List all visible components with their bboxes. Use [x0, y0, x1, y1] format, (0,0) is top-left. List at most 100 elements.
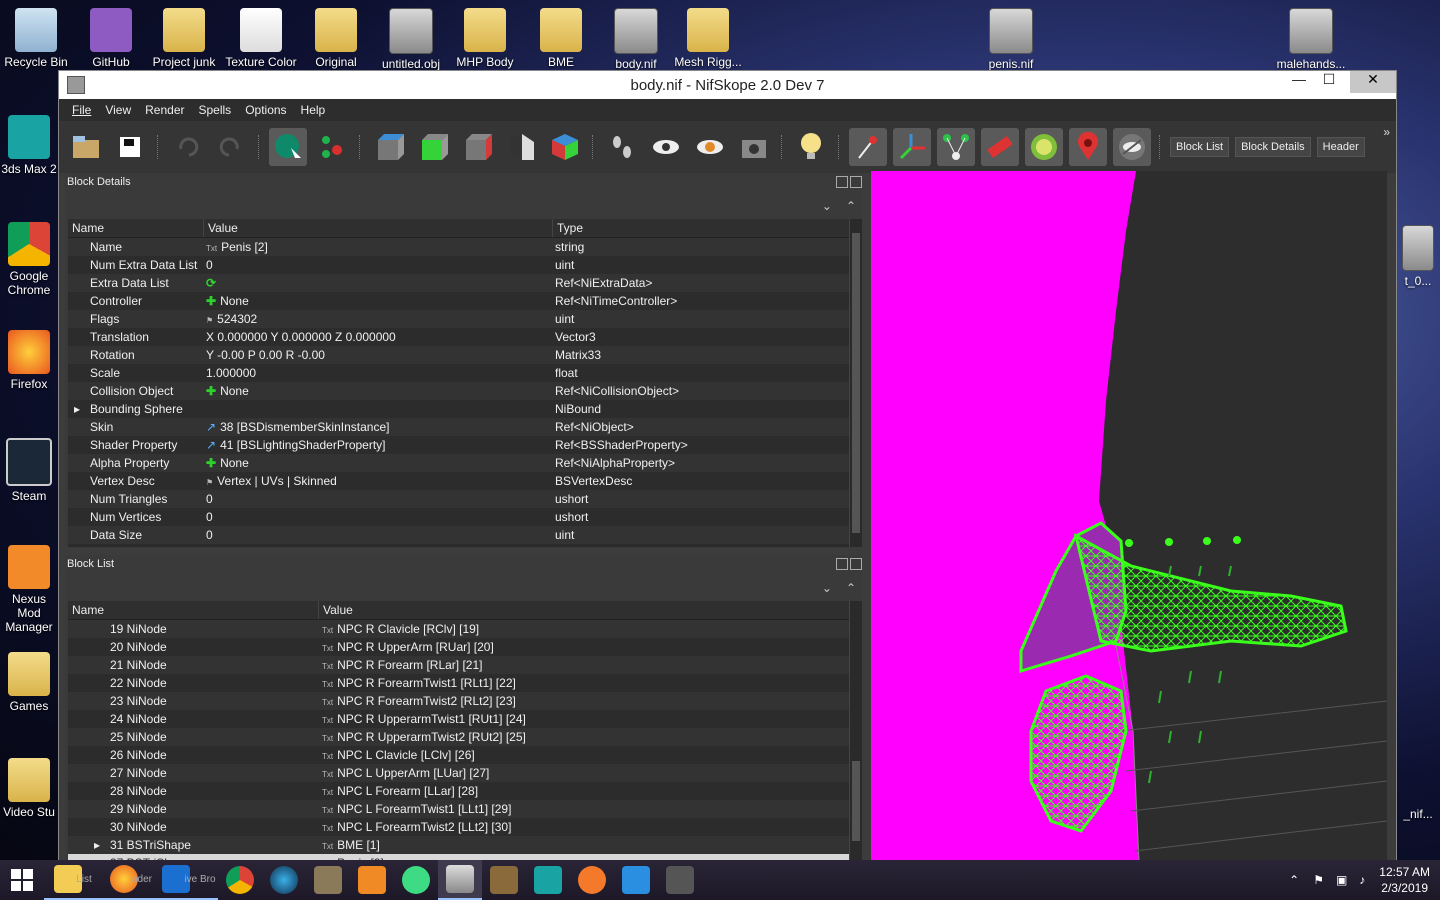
row-value-cell[interactable]: Txt Penis [2]	[203, 238, 551, 256]
block-list-row[interactable]: 28 NiNode Txt NPC L Forearm [LLar] [28]	[68, 782, 862, 800]
block-details-row[interactable]: Controller ✚ None Ref<NiTimeController>	[68, 292, 862, 310]
chevron-up-icon[interactable]: ⌃	[846, 581, 856, 595]
view-side-button[interactable]	[458, 128, 496, 166]
open-file-button[interactable]	[67, 128, 105, 166]
taskbar-nifskope-text[interactable]	[658, 860, 702, 900]
desktop-icon-t0[interactable]: t_0...	[1396, 225, 1440, 288]
select-vertex-button[interactable]	[313, 128, 351, 166]
desktop-icon-games[interactable]: Games	[0, 652, 58, 713]
row-value-cell[interactable]: ⟳	[203, 274, 551, 292]
network-icon[interactable]: ▣	[1336, 873, 1347, 887]
row-value-cell[interactable]: 0	[203, 508, 551, 526]
row-value-cell[interactable]: ✚ None	[203, 292, 551, 310]
desktop-icon-bme[interactable]: BME	[525, 8, 597, 69]
save-button[interactable]	[111, 128, 149, 166]
desktop-icon-project-junk[interactable]: Project junk	[148, 8, 220, 69]
float-panel-icon[interactable]	[836, 558, 848, 570]
title-bar[interactable]: body.nif - NifSkope 2.0 Dev 7 — ☐ ✕	[59, 71, 1396, 99]
block-details-row[interactable]: Collision Object ✚ None Ref<NiCollisionObje…	[68, 382, 862, 400]
float-panel-icon[interactable]	[836, 176, 848, 188]
tab-block-list[interactable]: Block List	[1170, 137, 1230, 157]
row-value-cell[interactable]: 0	[203, 490, 551, 508]
block-list-row[interactable]: 20 NiNode Txt NPC R UpperArm [RUar] [20]	[68, 638, 862, 656]
tray-overflow-icon[interactable]: ⌃	[1289, 873, 1299, 887]
row-value-cell[interactable]: ✚ None	[203, 382, 551, 400]
block-list-row[interactable]: 21 NiNode Txt NPC R Forearm [RLar] [21]	[68, 656, 862, 674]
menu-render[interactable]: Render	[138, 103, 191, 117]
block-details-row[interactable]: Data Size 0 uint	[68, 526, 862, 544]
close-panel-icon[interactable]	[850, 176, 862, 188]
row-value-cell[interactable]: ↗ 41 [BSLightingShaderProperty]	[203, 436, 551, 454]
view-top-button[interactable]	[370, 128, 408, 166]
taskbar-camera[interactable]	[262, 860, 306, 900]
row-value-cell[interactable]: Y -0.00 P 0.00 R -0.00	[203, 346, 551, 364]
desktop-icon-github[interactable]: GitHub	[75, 8, 147, 69]
tab-header[interactable]: Header	[1316, 137, 1365, 157]
desktop-icon-3dsmax[interactable]: 3ds Max 2	[0, 115, 58, 176]
lighting-button[interactable]	[792, 128, 830, 166]
block-list-row[interactable]: ▸ 31 BSTriShape Txt BME [1]	[68, 836, 862, 854]
tab-block-details[interactable]: Block Details	[1235, 137, 1311, 157]
clock[interactable]: 12:57 AM 2/3/2019	[1379, 864, 1430, 896]
desktop-icon-chrome[interactable]: Google Chrome	[0, 222, 58, 297]
close-button[interactable]: ✕	[1350, 71, 1396, 93]
desktop-icon-nexus[interactable]: Nexus Mod Manager	[0, 545, 58, 634]
column-header-type[interactable]: Type	[553, 219, 862, 237]
view-user-button[interactable]	[546, 128, 584, 166]
menu-options[interactable]: Options	[238, 103, 293, 117]
block-list-row[interactable]: 26 NiNode Txt NPC L Clavicle [LClv] [26]	[68, 746, 862, 764]
block-list-row[interactable]: 27 NiNode Txt NPC L UpperArm [LUar] [27]	[68, 764, 862, 782]
column-header-value[interactable]: Value	[204, 219, 553, 237]
block-details-row[interactable]: Num Extra Data List 0 uint	[68, 256, 862, 274]
row-value-cell[interactable]: ⚑ 524302	[203, 310, 551, 328]
taskbar-firefox[interactable]: ader	[102, 860, 160, 900]
menu-spells[interactable]: Spells	[192, 103, 239, 117]
undo-button[interactable]	[168, 128, 206, 166]
screenshot-button[interactable]	[735, 128, 773, 166]
redo-button[interactable]	[212, 128, 250, 166]
show-collision-button[interactable]	[981, 128, 1019, 166]
block-list-row[interactable]: 19 NiNode Txt NPC R Clavicle [RClv] [19]	[68, 620, 862, 638]
taskbar-chrome[interactable]	[218, 860, 262, 900]
toolbar-overflow-button[interactable]: »	[1383, 125, 1390, 139]
block-details-row[interactable]: Alpha Property ✚ None Ref<NiAlphaProperty>	[68, 454, 862, 472]
taskbar-3dsmax[interactable]	[526, 860, 570, 900]
desktop-icon-steam[interactable]: Steam	[0, 438, 58, 503]
chevron-down-icon[interactable]: ⌄	[822, 199, 832, 213]
desktop-icon-malehands[interactable]: malehands...	[1275, 8, 1347, 71]
menu-help[interactable]: Help	[294, 103, 333, 117]
taskbar-media[interactable]	[350, 860, 394, 900]
desktop-icon-body-nif[interactable]: body.nif	[600, 8, 672, 71]
column-header-name[interactable]: Name	[68, 601, 319, 619]
show-hidden-button[interactable]	[647, 128, 685, 166]
block-details-row[interactable]: Num Triangles 0 ushort	[68, 490, 862, 508]
minimize-button[interactable]: —	[1284, 71, 1314, 93]
taskbar-defender[interactable]: ive Bro	[160, 860, 218, 900]
block-details-row[interactable]: Num Vertices 0 ushort	[68, 508, 862, 526]
block-list-row[interactable]: 23 NiNode Txt NPC R ForearmTwist2 [RLt2] […	[68, 692, 862, 710]
hide-button[interactable]	[1113, 128, 1151, 166]
3d-scene[interactable]	[871, 171, 1387, 861]
taskbar-app-blue[interactable]	[614, 860, 658, 900]
scrollbar-thumb[interactable]	[852, 233, 860, 533]
block-details-row[interactable]: Translation X 0.000000 Y 0.000000 Z 0.000…	[68, 328, 862, 346]
block-list-row[interactable]: 30 NiNode Txt NPC L ForearmTwist2 [LLt2] […	[68, 818, 862, 836]
desktop-icon-penis-nif[interactable]: penis.nif	[975, 8, 1047, 71]
menu-file[interactable]: File	[65, 103, 98, 117]
show-nodes-button[interactable]	[691, 128, 729, 166]
block-list-scrollbar[interactable]	[849, 601, 862, 861]
view-perspective-button[interactable]	[502, 128, 540, 166]
select-object-button[interactable]	[269, 128, 307, 166]
block-details-row[interactable]: Name Txt Penis [2] string	[68, 238, 862, 256]
view-front-button[interactable]	[414, 128, 452, 166]
taskbar-anvil[interactable]	[482, 860, 526, 900]
chevron-up-icon[interactable]: ⌃	[846, 199, 856, 213]
desktop-icon-recycle-bin[interactable]: Recycle Bin	[0, 8, 72, 69]
taskbar-android[interactable]	[394, 860, 438, 900]
block-list-row[interactable]: 22 NiNode Txt NPC R ForearmTwist1 [RLt1] […	[68, 674, 862, 692]
close-panel-icon[interactable]	[850, 558, 862, 570]
block-list-row[interactable]: 29 NiNode Txt NPC L ForearmTwist1 [LLt1] […	[68, 800, 862, 818]
block-details-row[interactable]: Vertex Desc ⚑ Vertex | UVs | Skinned BSVert…	[68, 472, 862, 490]
desktop-icon-untitled-obj[interactable]: untitled.obj	[375, 8, 447, 71]
block-details-row[interactable]: ▸ Bounding Sphere NiBound	[68, 400, 862, 418]
